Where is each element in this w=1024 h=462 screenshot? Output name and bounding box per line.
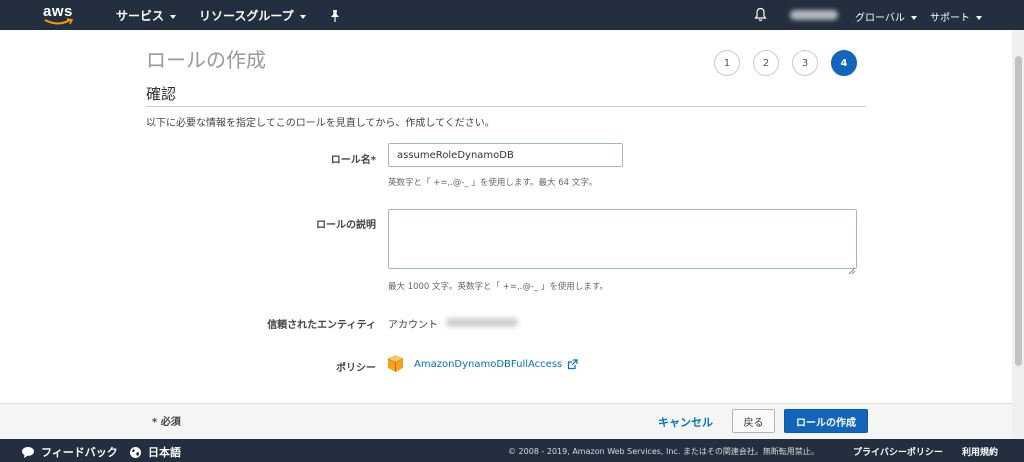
resource-groups-menu-label: リソースグループ [199,9,294,23]
description-help: 最大 1000 文字。英数字と「 +=,.@-_ 」を使用します。 [388,282,609,292]
required-note: * 必須 [152,417,181,428]
policy-box-icon [387,354,404,377]
section-title: 確認 [146,85,177,103]
trusted-entity-value: アカウント [388,320,438,331]
step-2[interactable]: 2 [753,50,779,76]
scrollbar-thumb[interactable] [1015,56,1022,366]
language-label: 日本語 [148,446,181,459]
region-menu-label: グローバル [855,13,905,24]
role-name-label: ロール名* [330,155,376,166]
aws-logo[interactable]: aws [43,3,77,27]
feedback-label: フィードバック [41,446,118,459]
back-button[interactable]: 戻る [732,409,775,433]
policies-label: ポリシー [336,363,376,374]
terms-link[interactable]: 利用規約 [962,445,998,458]
feedback-button[interactable]: フィードバック [21,444,118,460]
section-divider [146,106,866,107]
page-title: ロールの作成 [146,48,266,72]
account-id-redacted [446,318,518,327]
chevron-down-icon [976,15,982,20]
resource-groups-menu[interactable]: リソースグループ [199,7,306,24]
policy-link[interactable]: AmazonDynamoDBFullAccess [414,359,578,370]
chevron-down-icon [170,14,177,19]
cancel-button[interactable]: キャンセル [658,414,713,430]
policy-link-label: AmazonDynamoDBFullAccess [414,359,563,370]
region-menu[interactable]: グローバル [855,9,917,24]
support-menu[interactable]: サポート [930,9,982,24]
chevron-down-icon [299,14,306,19]
external-link-icon [568,359,578,370]
intro-text: 以下に必要な情報を指定してこのロールを見直してから、作成してください。 [146,118,495,129]
step-4-current: 4 [831,50,857,76]
privacy-policy-link[interactable]: プライバシーポリシー [853,445,943,458]
step-3[interactable]: 3 [792,50,818,76]
create-role-button[interactable]: ロールの作成 [784,409,868,433]
role-name-help: 英数字と「 +=,.@-_ 」を使用します。最大 64 文字。 [388,178,598,188]
speech-bubble-icon [22,446,34,458]
services-menu[interactable]: サービス [116,7,177,24]
wizard-steps: 1 2 3 4 [714,50,857,76]
resize-handle-icon[interactable] [848,260,856,279]
bell-icon[interactable] [754,7,767,26]
language-selector[interactable]: 日本語 [129,444,181,460]
trusted-entity-label: 信頼されたエンティティ [267,320,376,331]
description-textarea[interactable] [388,209,857,269]
globe-icon [130,446,141,458]
role-name-input[interactable] [388,143,623,167]
services-menu-label: サービス [116,9,165,23]
copyright-text: © 2008 - 2019, Amazon Web Services, Inc.… [508,447,819,456]
support-menu-label: サポート [930,13,970,24]
description-label: ロールの説明 [316,220,376,231]
step-1[interactable]: 1 [714,50,740,76]
account-menu[interactable] [790,10,838,20]
pin-icon[interactable] [329,8,341,27]
chevron-down-icon [910,15,917,20]
aws-smile-icon [44,18,74,25]
